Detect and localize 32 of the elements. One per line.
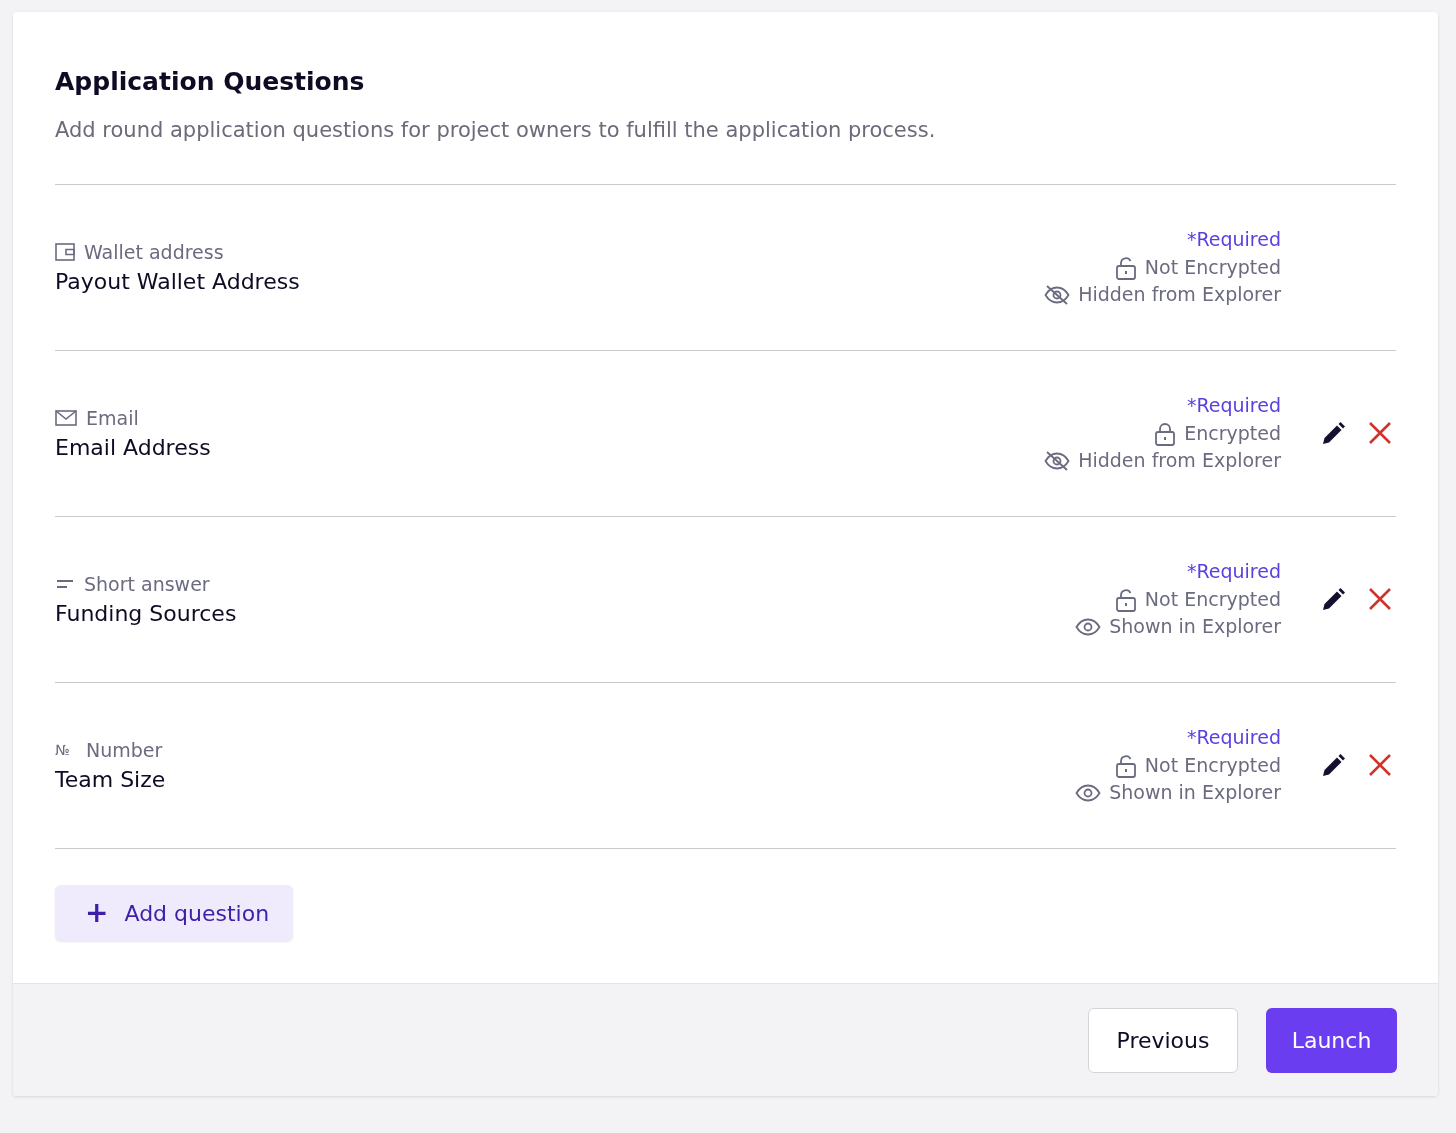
question-title: Payout Wallet Address [55, 269, 301, 294]
short-text-icon [55, 579, 75, 589]
question-title: Funding Sources [55, 601, 238, 626]
edit-icon[interactable] [1320, 420, 1346, 447]
question-type: Number [86, 739, 163, 761]
section-description: Add round application questions for project owners to fulfill the application process. [55, 118, 937, 142]
encryption-status: Not Encrypted [1144, 254, 1281, 280]
wallet-icon [55, 243, 75, 261]
question-title: Team Size [55, 767, 167, 792]
visibility-status: Hidden from Explorer [1078, 448, 1281, 474]
encryption-status: Encrypted [1184, 420, 1281, 446]
required-label: *Required [1186, 725, 1281, 751]
visibility-status: Shown in Explorer [1109, 614, 1281, 640]
section-title: Application Questions [55, 67, 366, 96]
number-sign-icon: № [55, 742, 77, 758]
visibility-status: Hidden from Explorer [1078, 282, 1281, 308]
visibility-status: Shown in Explorer [1109, 780, 1281, 806]
required-label: *Required [1186, 227, 1281, 253]
required-label: *Required [1186, 393, 1281, 419]
question-type: Short answer [84, 573, 210, 595]
question-type: Email [86, 407, 139, 429]
edit-icon[interactable] [1320, 752, 1346, 779]
add-question-button[interactable]: + Add question [55, 885, 294, 941]
previous-button[interactable]: Previous [1088, 1007, 1238, 1073]
edit-icon[interactable] [1320, 586, 1346, 613]
question-title: Email Address [55, 435, 212, 460]
encryption-status: Not Encrypted [1144, 752, 1281, 778]
launch-button[interactable]: Launch [1266, 1007, 1397, 1073]
required-label: *Required [1186, 559, 1281, 585]
envelope-icon [55, 410, 77, 426]
encryption-status: Not Encrypted [1144, 586, 1281, 612]
question-type: Wallet address [84, 241, 224, 263]
